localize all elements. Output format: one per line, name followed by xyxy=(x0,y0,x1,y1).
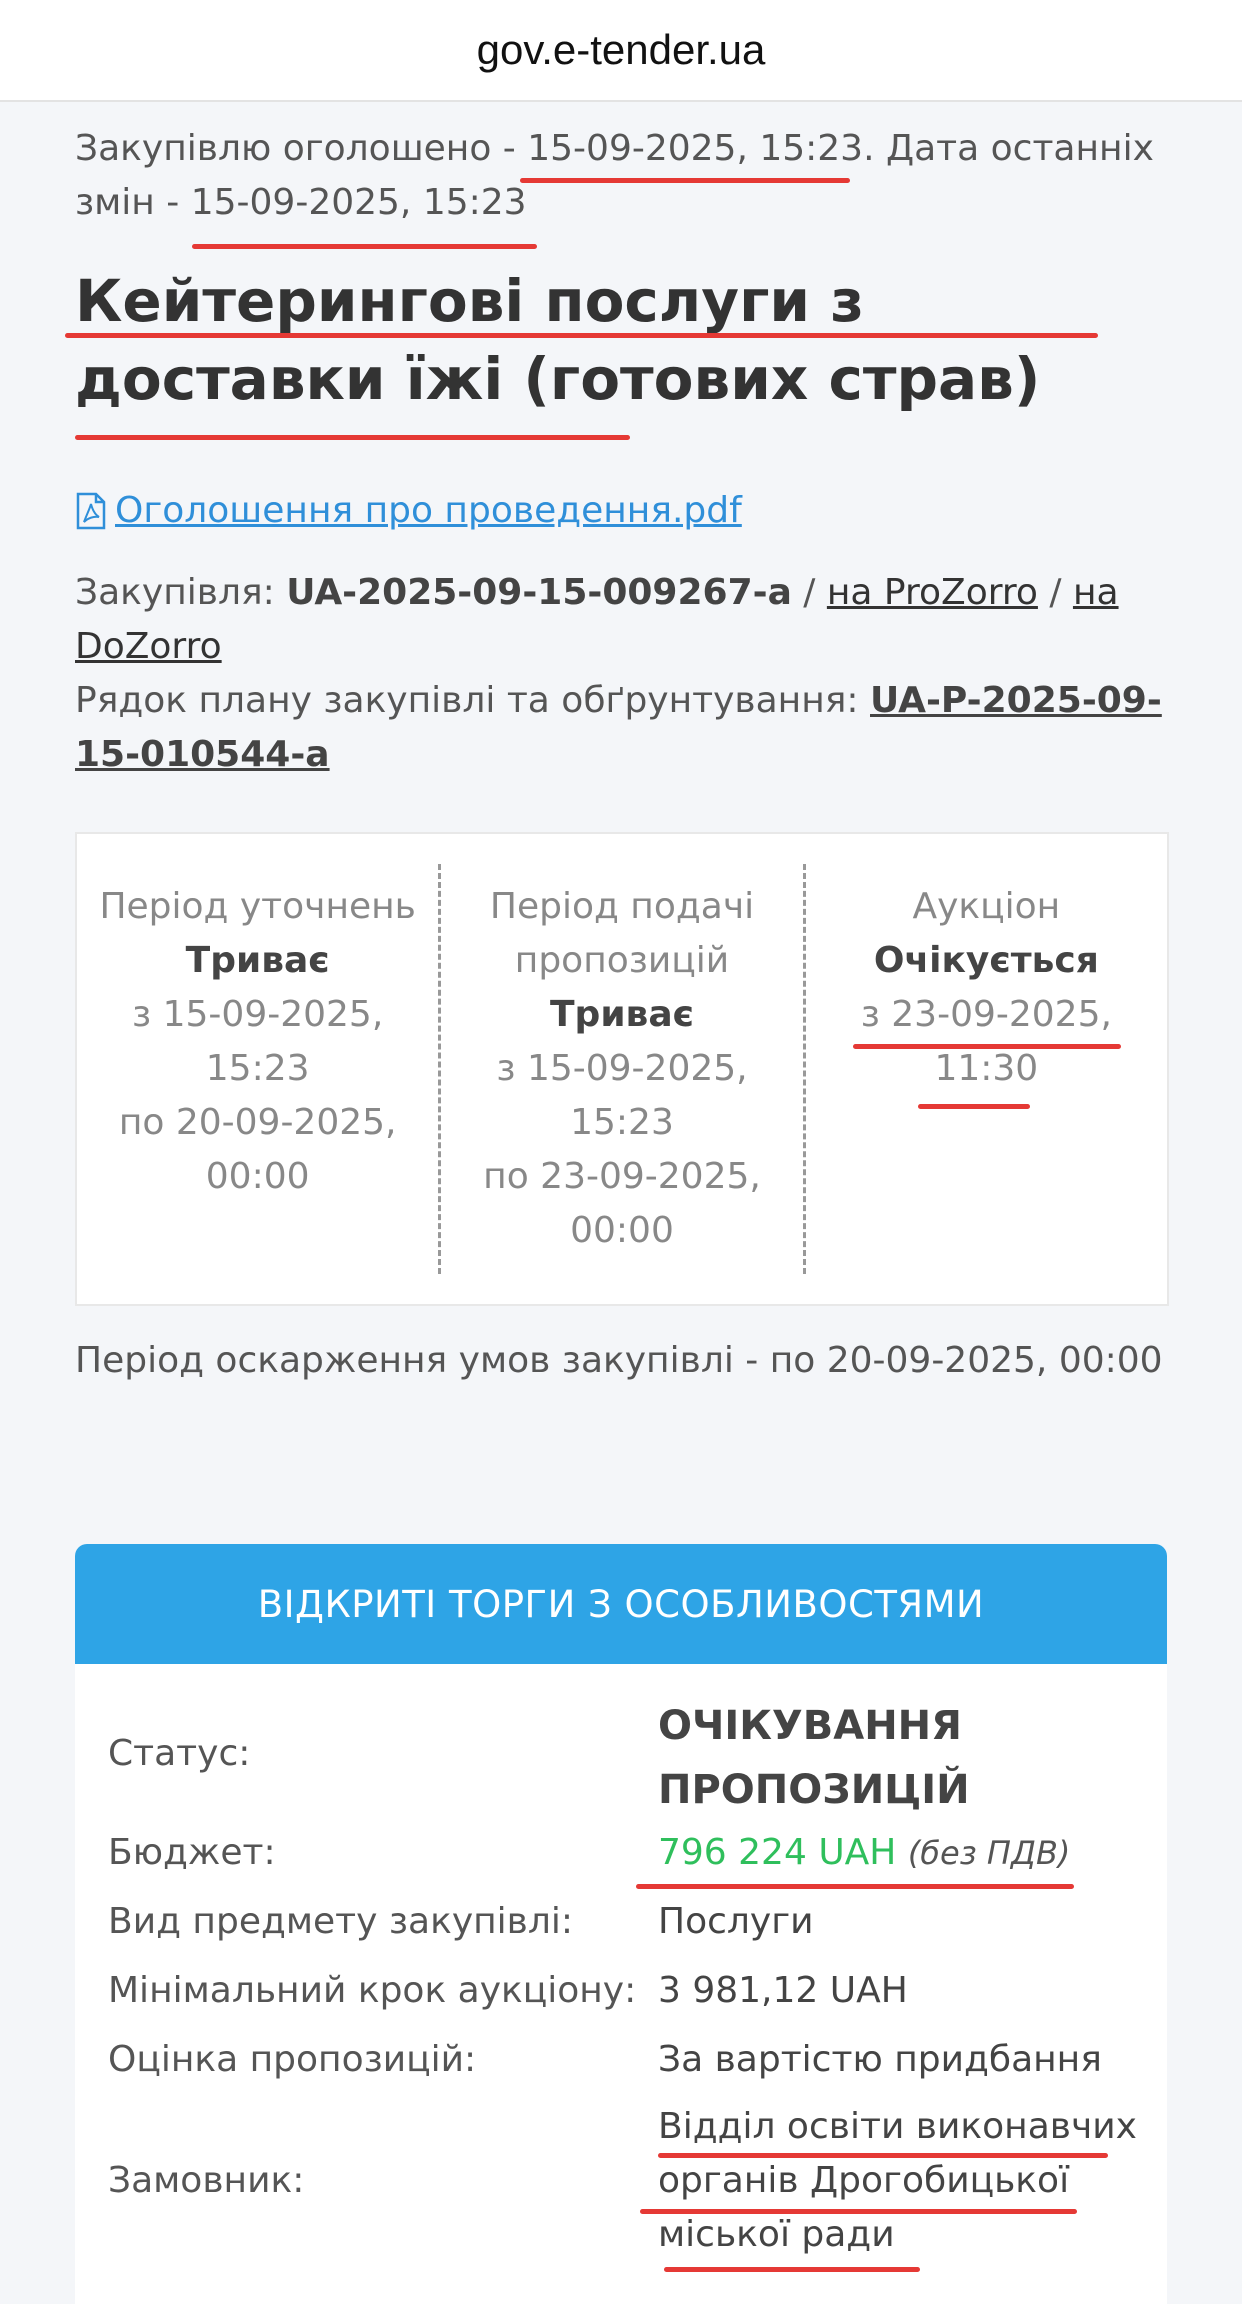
annotation-underline xyxy=(75,435,630,440)
period-from: з 15-09-2025, 15:23 xyxy=(132,994,384,1089)
procedure-type-header: ВІДКРИТІ ТОРГИ З ОСОБЛИВОСТЯМИ xyxy=(75,1544,1167,1664)
annotation-underline xyxy=(664,2267,920,2272)
evaluation-value: За вартістю придбання xyxy=(658,2039,1102,2080)
auction-step-value: 3 981,12 UAH xyxy=(658,1970,908,2011)
period-from: з 23-09-2025, 11:30 xyxy=(860,994,1112,1089)
annotation-underline xyxy=(640,2209,1077,2214)
period-from: з 15-09-2025, 15:23 xyxy=(496,1048,748,1143)
period-name: Період подачі пропозицій xyxy=(489,886,755,981)
evaluation-label: Оцінка пропозицій: xyxy=(108,2039,477,2080)
period-status: Очікується xyxy=(873,940,1099,981)
period-clarifications: Період уточнень Триває з 15-09-2025, 15:… xyxy=(77,834,438,1304)
budget-label: Бюджет: xyxy=(108,1832,276,1873)
customer-value[interactable]: Відділ освіти виконавчих органів Дрогоби… xyxy=(658,2100,1158,2262)
period-name: Період уточнень xyxy=(99,886,416,927)
annotation-underline xyxy=(192,244,537,249)
status-row: Статус: ОЧІКУВАННЯ ПРОПОЗИЦІЙ xyxy=(108,1694,1148,1824)
subject-label: Вид предмету закупівлі: xyxy=(108,1901,574,1942)
annotation-underline xyxy=(520,178,850,183)
appeal-period: Період оскарження умов закупівлі - по 20… xyxy=(75,1340,1163,1381)
period-submissions: Період подачі пропозицій Триває з 15-09-… xyxy=(441,834,802,1304)
annotation-underline xyxy=(853,1044,1121,1049)
annotation-underline xyxy=(658,2153,1108,2158)
tender-title: Кейтерингові послуги з доставки їжі (гот… xyxy=(75,267,1041,413)
period-auction: Аукціон Очікується з 23-09-2025, 11:30 xyxy=(806,834,1167,1304)
budget-value: 796 224 UAH xyxy=(658,1832,897,1873)
status-label: Статус: xyxy=(108,1733,251,1774)
periods-panel: Період уточнень Триває з 15-09-2025, 15:… xyxy=(75,832,1169,1306)
published-date: 15-09-2025, 15:23 xyxy=(527,128,864,169)
annotation-underline xyxy=(918,1104,1030,1109)
period-to: по 23-09-2025, 00:00 xyxy=(483,1156,761,1251)
status-value: ОЧІКУВАННЯ ПРОПОЗИЦІЙ xyxy=(658,1703,970,1813)
period-to: по 20-09-2025, 00:00 xyxy=(118,1102,397,1197)
period-status: Триває xyxy=(550,994,694,1035)
modified-date: 15-09-2025, 15:23 xyxy=(190,182,527,223)
tender-info-card: ВІДКРИТІ ТОРГИ З ОСОБЛИВОСТЯМИ Статус: О… xyxy=(75,1544,1167,2304)
vat-note: (без ПДВ) xyxy=(907,1834,1071,1872)
subject-value: Послуги xyxy=(658,1901,814,1942)
auction-step-label: Мінімальний крок аукціону: xyxy=(108,1970,637,2011)
announcement-dates: Закупівлю оголошено - 15-09-2025, 15:23.… xyxy=(75,128,1154,223)
period-name: Аукціон xyxy=(912,886,1061,927)
pdf-link-text[interactable]: Оголошення про проведення.pdf xyxy=(115,490,742,531)
announcement-pdf-link[interactable]: Оголошення про проведення.pdf xyxy=(75,490,742,531)
url-text: gov.e-tender.ua xyxy=(476,26,766,73)
customer-label: Замовник: xyxy=(108,2160,305,2201)
pdf-icon xyxy=(76,492,106,529)
annotation-underline xyxy=(65,333,1098,338)
period-status: Триває xyxy=(185,940,330,981)
annotation-underline xyxy=(636,1884,1074,1889)
tender-id: UA-2025-09-15-009267-a xyxy=(286,572,792,613)
browser-url-bar[interactable]: gov.e-tender.ua xyxy=(0,0,1242,102)
tender-identifiers: Закупівля: UA-2025-09-15-009267-a / на P… xyxy=(75,572,1162,775)
prozorro-link[interactable]: на ProZorro xyxy=(827,572,1038,613)
